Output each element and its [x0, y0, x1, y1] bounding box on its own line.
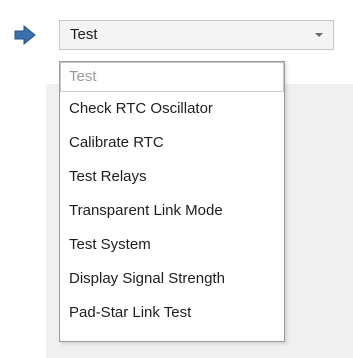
dropdown-item-check-rtc-oscillator[interactable]: Check RTC Oscillator — [60, 94, 284, 124]
test-mode-select[interactable]: Test — [59, 20, 334, 50]
dropdown-item-test[interactable]: Test — [60, 62, 284, 92]
dropdown-item-test-system[interactable]: Test System — [60, 230, 284, 260]
dropdown-item-display-signal-strength[interactable]: Display Signal Strength — [60, 264, 284, 294]
dropdown-item-pad-star-link-test[interactable]: Pad-Star Link Test — [60, 298, 284, 328]
selected-value: Test — [70, 26, 98, 43]
arrow-right-icon — [14, 24, 36, 46]
dropdown-item-test-relays[interactable]: Test Relays — [60, 162, 284, 192]
dropdown-item-calibrate-rtc[interactable]: Calibrate RTC — [60, 128, 284, 158]
chevron-down-icon[interactable] — [314, 30, 324, 40]
dropdown-list: Test Check RTC Oscillator Calibrate RTC … — [59, 61, 285, 342]
dropdown-item-transparent-link-mode[interactable]: Transparent Link Mode — [60, 196, 284, 226]
